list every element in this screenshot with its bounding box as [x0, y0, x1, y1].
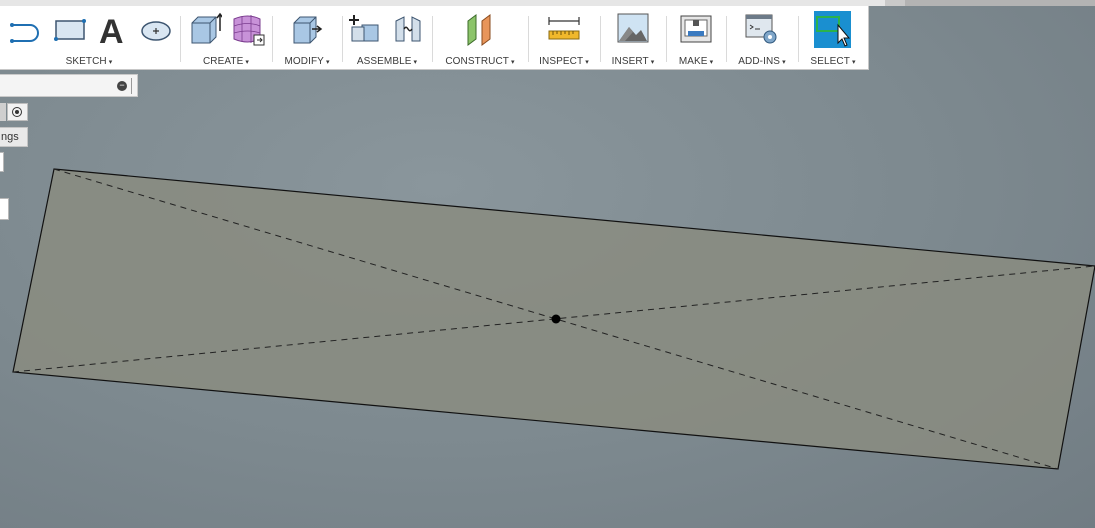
viewport-canvas[interactable] [0, 0, 1095, 528]
center-point[interactable] [551, 314, 561, 324]
